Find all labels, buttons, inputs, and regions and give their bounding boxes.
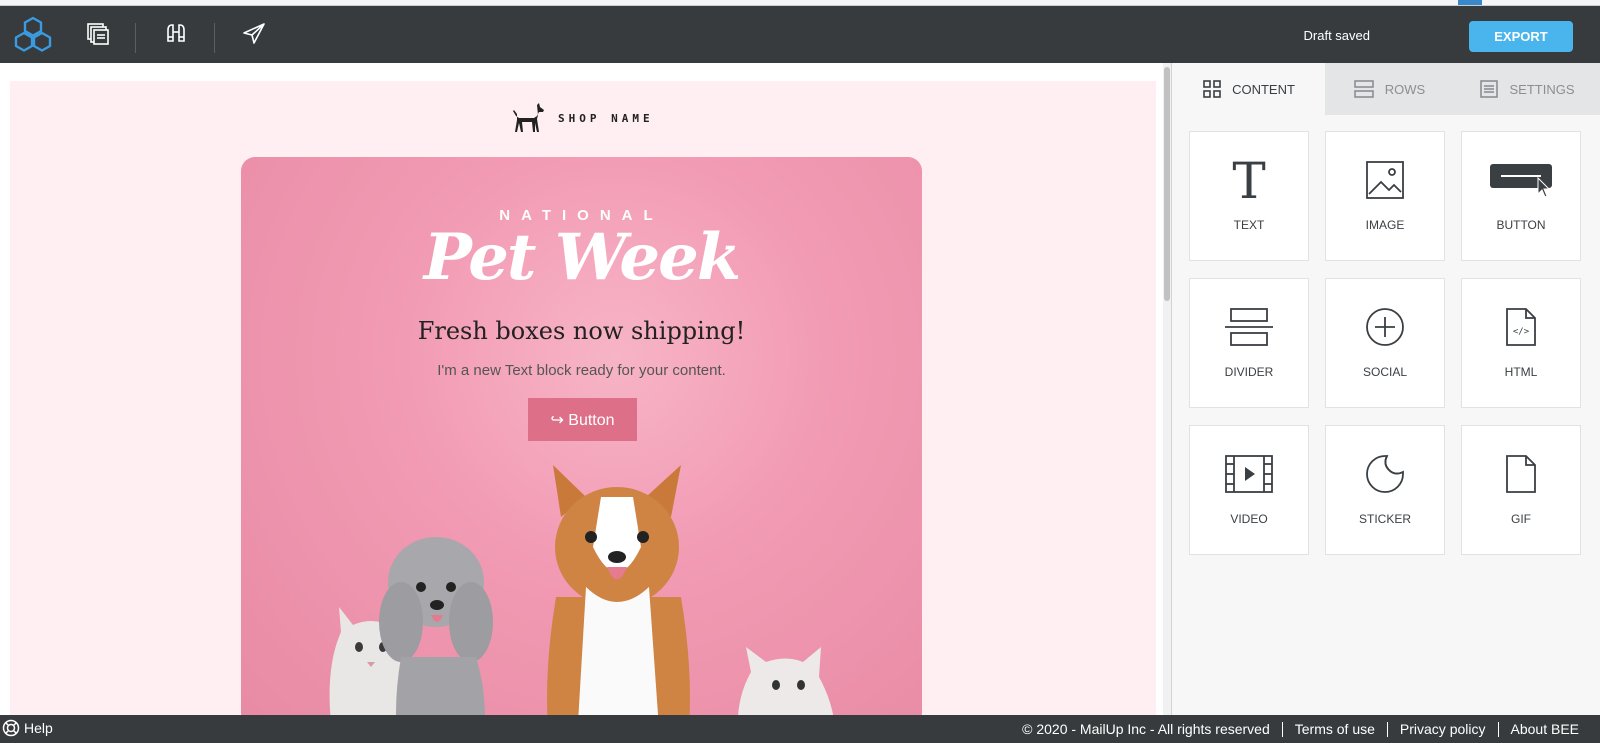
help-link[interactable]: Help <box>2 719 53 737</box>
block-social[interactable]: SOCIAL <box>1325 278 1445 408</box>
tab-content-label: CONTENT <box>1232 81 1295 97</box>
email-headline[interactable]: Fresh boxes now shipping! <box>241 317 922 345</box>
block-gif-label: GIF <box>1511 512 1531 526</box>
help-label: Help <box>24 720 53 736</box>
footer-links: © 2020 - MailUp Inc - All rights reserve… <box>1022 721 1579 737</box>
image-icon <box>1365 156 1405 204</box>
send-test-icon[interactable] <box>238 18 270 50</box>
top-strip-marker <box>1458 0 1482 5</box>
block-gif[interactable]: GIF <box>1461 425 1581 555</box>
video-icon <box>1224 450 1274 498</box>
preview-binoculars-icon[interactable] <box>160 18 192 50</box>
gif-file-icon <box>1504 450 1538 498</box>
rows-icon <box>1353 80 1374 98</box>
block-social-label: SOCIAL <box>1362 365 1407 379</box>
block-button[interactable]: BUTTON <box>1461 131 1581 261</box>
block-sticker[interactable]: STICKER <box>1325 425 1445 555</box>
block-divider-label: DIVIDER <box>1224 365 1274 379</box>
block-html-label: HTML <box>1504 365 1538 379</box>
footer-separator <box>1386 721 1388 737</box>
dog-logo-icon <box>513 103 544 132</box>
svg-text:T: T <box>1232 156 1265 204</box>
email-text-block[interactable]: I'm a new Text block ready for your cont… <box>241 362 922 379</box>
block-text-label: TEXT <box>1233 218 1265 232</box>
pets-photo <box>329 465 835 727</box>
settings-list-icon <box>1480 80 1499 98</box>
block-video-label: VIDEO <box>1230 512 1268 526</box>
block-button-label: BUTTON <box>1496 218 1546 232</box>
pages-icon[interactable] <box>82 18 114 50</box>
tab-settings[interactable]: SETTINGS <box>1453 63 1600 115</box>
block-image[interactable]: IMAGE <box>1325 131 1445 261</box>
button-icon <box>1489 156 1553 204</box>
hero-title: Pet Week <box>423 220 741 295</box>
grid-icon <box>1203 80 1221 98</box>
divider-icon <box>1224 303 1274 351</box>
social-plus-icon <box>1365 303 1405 351</box>
sticker-icon <box>1365 450 1405 498</box>
block-image-label: IMAGE <box>1365 218 1405 232</box>
tab-content[interactable]: CONTENT <box>1172 63 1325 115</box>
about-link[interactable]: About BEE <box>1511 721 1580 737</box>
export-button[interactable]: EXPORT <box>1469 21 1573 52</box>
html-file-icon: </> <box>1504 303 1538 351</box>
tab-rows-label: ROWS <box>1384 81 1426 97</box>
block-text[interactable]: T TEXT <box>1189 131 1309 261</box>
privacy-link[interactable]: Privacy policy <box>1400 721 1486 737</box>
email-cta-button[interactable]: ↪ Button <box>528 398 637 441</box>
block-divider[interactable]: DIVIDER <box>1189 278 1309 408</box>
footer-separator <box>1281 721 1283 737</box>
logo-cubes-icon[interactable] <box>14 16 52 54</box>
help-lifebuoy-icon <box>2 719 20 737</box>
block-video[interactable]: VIDEO <box>1189 425 1309 555</box>
tab-settings-label: SETTINGS <box>1509 81 1575 97</box>
copyright-text: © 2020 - MailUp Inc - All rights reserve… <box>1022 721 1270 737</box>
shop-name: SHOP NAME <box>558 111 654 125</box>
terms-link[interactable]: Terms of use <box>1295 721 1375 737</box>
toolbar-divider <box>214 23 215 53</box>
svg-text:</>: </> <box>1513 327 1530 337</box>
draft-status: Draft saved <box>1303 28 1370 43</box>
shop-header[interactable]: SHOP NAME <box>510 102 654 134</box>
corgi <box>547 465 690 727</box>
block-sticker-label: STICKER <box>1358 512 1411 526</box>
block-html[interactable]: </> HTML <box>1461 278 1581 408</box>
side-panel: CONTENT ROWS SETTINGS T TEXT IMAGE BUTTO… <box>1171 63 1600 715</box>
canvas-scroll-thumb[interactable] <box>1164 67 1170 301</box>
top-toolbar: Draft saved EXPORT <box>0 6 1600 63</box>
panel-tabs: CONTENT ROWS SETTINGS <box>1172 63 1600 115</box>
footer-separator <box>1497 721 1499 737</box>
footer-bar: Help © 2020 - MailUp Inc - All rights re… <box>0 715 1600 743</box>
tab-rows[interactable]: ROWS <box>1325 63 1453 115</box>
hero-block[interactable]: NATIONAL Pet Week Fresh boxes now shippi… <box>241 157 922 727</box>
text-icon: T <box>1229 156 1269 204</box>
toolbar-divider <box>135 23 136 53</box>
